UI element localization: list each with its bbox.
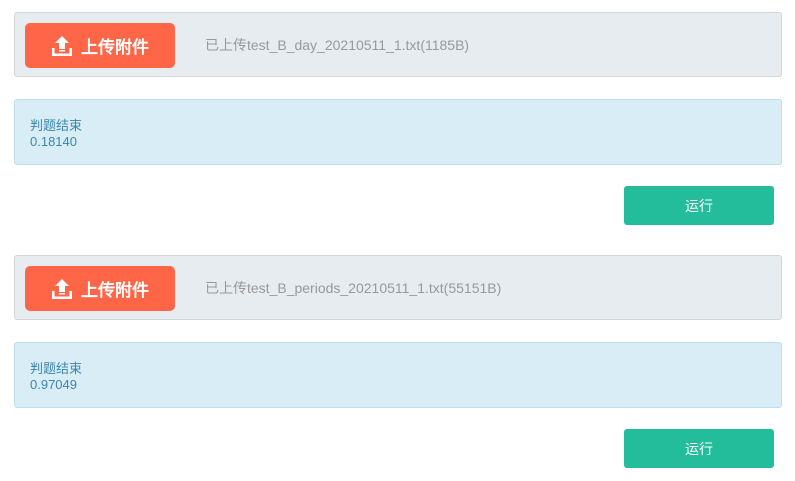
score-text: 0.18140 bbox=[30, 134, 77, 149]
upload-panel: 上传附件 已上传test_B_periods_20210511_1.txt(55… bbox=[14, 255, 782, 320]
uploaded-file-text: 已上传test_B_periods_20210511_1.txt(55151B) bbox=[205, 280, 502, 296]
upload-label: 上传附件 bbox=[81, 38, 149, 57]
result-panel: 判题结束 0.18140 bbox=[14, 99, 782, 165]
run-button[interactable]: 运行 bbox=[624, 429, 774, 468]
score-text: 0.97049 bbox=[30, 377, 77, 392]
status-text: 判题结束 bbox=[30, 361, 83, 376]
status-text: 判题结束 bbox=[30, 118, 83, 133]
run-button[interactable]: 运行 bbox=[624, 186, 774, 225]
upload-label: 上传附件 bbox=[81, 281, 149, 300]
uploaded-file-text: 已上传test_B_day_20210511_1.txt(1185B) bbox=[205, 37, 470, 53]
upload-icon bbox=[52, 35, 72, 56]
upload-attachment-button[interactable]: 上传附件 bbox=[25, 266, 175, 311]
upload-panel: 上传附件 已上传test_B_day_20210511_1.txt(1185B) bbox=[14, 12, 782, 77]
upload-attachment-button[interactable]: 上传附件 bbox=[25, 23, 175, 68]
upload-icon bbox=[52, 278, 72, 299]
result-panel: 判题结束 0.97049 bbox=[14, 342, 782, 408]
